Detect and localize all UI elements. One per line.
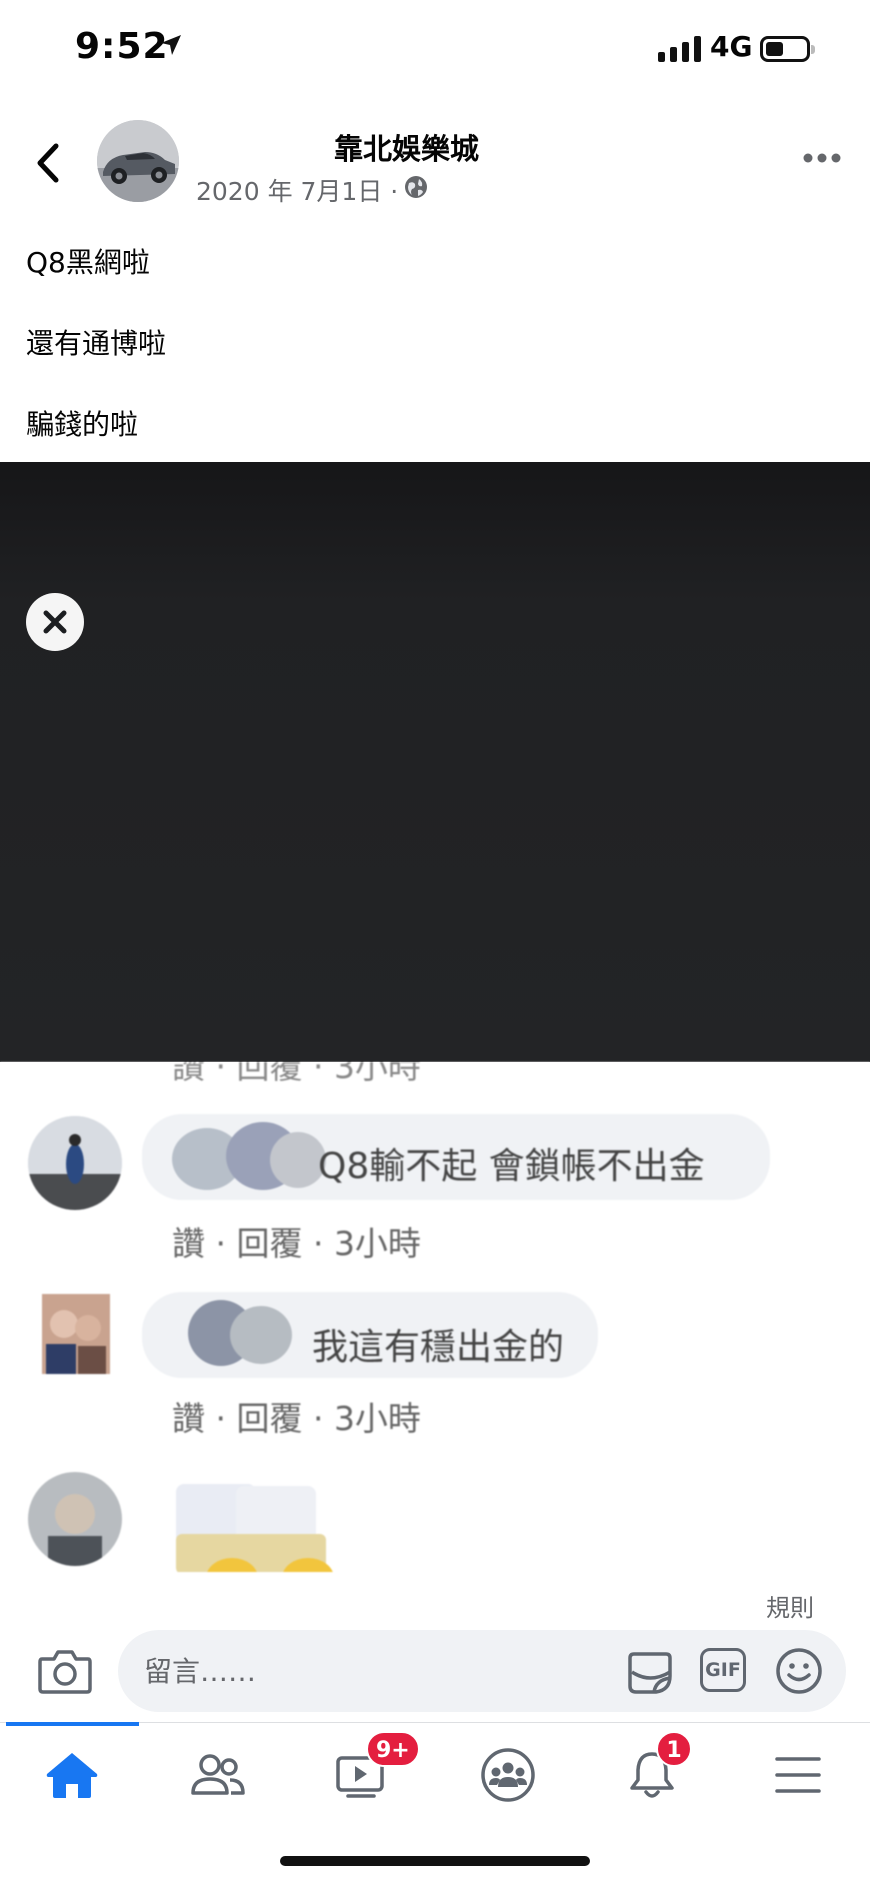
tab-friends[interactable] xyxy=(178,1740,258,1810)
groups-icon xyxy=(481,1748,535,1802)
commenter-avatar xyxy=(42,1294,110,1374)
camera-icon[interactable] xyxy=(36,1645,94,1697)
more-options-icon[interactable] xyxy=(800,148,844,168)
status-time: 9:52 xyxy=(75,26,169,67)
tab-groups[interactable] xyxy=(468,1740,548,1810)
comments-screenshot: 讚 · 回覆 · 3小時 Q8輸不起 會鎖帳不出金 讚 · 回覆 · 3小時 我… xyxy=(0,1062,870,1572)
car-avatar-image xyxy=(97,120,179,202)
back-button[interactable] xyxy=(28,138,68,188)
tab-menu[interactable] xyxy=(758,1740,838,1810)
close-media-button[interactable] xyxy=(26,593,84,651)
gif-label: GIF xyxy=(705,1659,741,1681)
page-name[interactable]: 靠北娛樂城 xyxy=(334,126,479,168)
rules-link[interactable]: 規則 xyxy=(766,1588,814,1623)
home-icon xyxy=(46,1753,98,1798)
emoji-icon[interactable] xyxy=(774,1646,824,1696)
commenter-avatar xyxy=(28,1116,122,1210)
watch-badge: 9+ xyxy=(366,1731,420,1767)
post-text-line-3: 騙錢的啦 xyxy=(26,408,139,441)
notifications-badge: 1 xyxy=(656,1731,692,1767)
sticker-icon[interactable] xyxy=(624,1646,676,1698)
commenter-avatar xyxy=(28,1472,122,1566)
network-type: 4G xyxy=(710,30,753,63)
home-indicator xyxy=(280,1856,590,1866)
signal-bars-icon xyxy=(658,36,701,62)
location-arrow-icon xyxy=(161,35,181,55)
comment-actions: 讚 · 回覆 · 3小時 xyxy=(172,1399,421,1438)
friends-icon xyxy=(191,1754,245,1795)
redaction-blob xyxy=(230,1306,292,1364)
active-tab-indicator xyxy=(6,1722,139,1726)
globe-icon xyxy=(405,176,427,198)
post-date[interactable]: 2020 年 7月1日 · xyxy=(196,172,398,208)
comment-actions: 讚 · 回覆 · 3小時 xyxy=(172,1224,421,1263)
post-text-line-1: Q8黑網啦 xyxy=(26,246,150,279)
page-avatar[interactable] xyxy=(97,120,179,202)
comment-text: Q8輸不起 會鎖帳不出金 xyxy=(318,1146,705,1187)
comment-text: 我這有穩出金的 xyxy=(312,1327,565,1368)
tab-home[interactable] xyxy=(32,1740,112,1810)
cutoff-comment-meta: 讚 · 回覆 · 3小時 xyxy=(172,1062,421,1086)
post-text-line-2: 還有通博啦 xyxy=(26,327,167,360)
menu-icon xyxy=(775,1757,821,1793)
battery-icon xyxy=(760,36,815,62)
bottom-tab-bar xyxy=(0,1722,870,1833)
gif-button[interactable]: GIF xyxy=(700,1648,746,1692)
media-area[interactable] xyxy=(0,462,870,1062)
